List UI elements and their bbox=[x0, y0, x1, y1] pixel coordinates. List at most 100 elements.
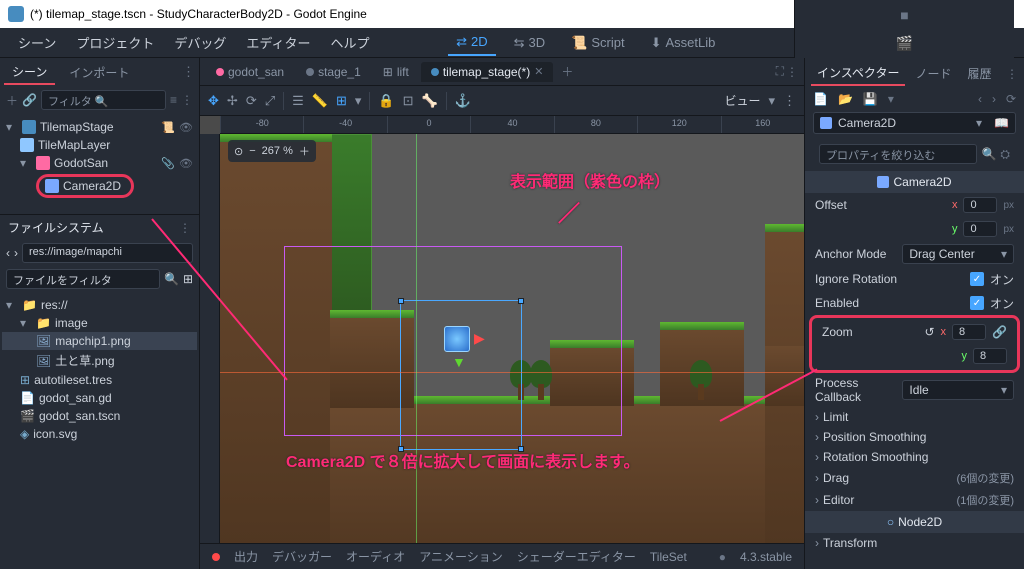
menu-editor[interactable]: エディター bbox=[238, 29, 318, 56]
move-tool-icon[interactable]: ✢ bbox=[227, 93, 238, 109]
fold-position-smoothing[interactable]: ›Position Smoothing bbox=[805, 427, 1024, 447]
search-icon[interactable]: 🔍 bbox=[164, 272, 179, 286]
bottom-debugger[interactable]: デバッガー bbox=[272, 548, 332, 565]
new-tab-icon[interactable]: ＋ bbox=[555, 63, 579, 80]
history-fwd-icon[interactable]: › bbox=[992, 92, 996, 106]
2d-viewport[interactable]: -80-4004080120160 ⊙ − 267 % ＋ bbox=[200, 116, 804, 543]
list-tool-icon[interactable]: ☰ bbox=[292, 93, 304, 109]
scenetab-stage1[interactable]: stage_1 bbox=[296, 62, 371, 82]
rotate-tool-icon[interactable]: ⟳ bbox=[246, 93, 257, 109]
offset-y-input[interactable]: 0 bbox=[963, 221, 997, 237]
fold-transform[interactable]: ›Transform bbox=[805, 533, 1024, 553]
more-icon[interactable]: ⋮ bbox=[181, 93, 193, 107]
snap-tool-icon[interactable]: ⊞ bbox=[336, 93, 347, 109]
save-resource-icon[interactable]: 💾 bbox=[863, 92, 878, 106]
zoom-in-icon[interactable]: ＋ bbox=[299, 143, 310, 159]
select-tool-icon[interactable]: ✥ bbox=[208, 93, 219, 109]
anchor-mode-dropdown[interactable]: Drag Center▾ bbox=[902, 244, 1014, 264]
fwd-icon[interactable]: › bbox=[14, 246, 18, 260]
bottom-audio[interactable]: オーディオ bbox=[346, 548, 405, 565]
link-xy-icon[interactable]: 🔗 bbox=[992, 325, 1007, 339]
player-sprite[interactable] bbox=[444, 326, 470, 352]
fold-limit[interactable]: ›Limit bbox=[805, 407, 1024, 427]
doc-icon[interactable]: 📖 bbox=[994, 116, 1009, 130]
x-axis-gizmo[interactable]: ▶ bbox=[474, 330, 485, 347]
scenetab-lift[interactable]: ⊞lift bbox=[373, 62, 419, 82]
link-icon[interactable]: 🔗 bbox=[22, 93, 37, 107]
section-camera2d[interactable]: Camera2D bbox=[805, 171, 1024, 193]
scenetab-godotsan[interactable]: godot_san bbox=[206, 62, 294, 82]
script-icon[interactable]: 📜 bbox=[161, 121, 175, 134]
enabled-checkbox[interactable]: ✓ bbox=[970, 296, 984, 310]
view-menu[interactable]: ビュー bbox=[724, 92, 760, 109]
dock-more-icon[interactable]: ⋮ bbox=[786, 65, 798, 79]
sort-icon[interactable]: ≡ bbox=[170, 93, 177, 107]
anchor-icon[interactable]: ⚓ bbox=[455, 93, 471, 109]
menu-scene[interactable]: シーン bbox=[10, 29, 64, 56]
scale-tool-icon[interactable]: ⤢ bbox=[265, 93, 275, 109]
file-tsuchi[interactable]: 土と草.png bbox=[55, 352, 114, 369]
process-callback-dropdown[interactable]: Idle▾ bbox=[902, 380, 1014, 400]
close-tab-icon[interactable]: ✕ bbox=[534, 65, 543, 78]
bone-icon[interactable]: 🦴 bbox=[422, 93, 438, 109]
snap-menu-icon[interactable]: ▾ bbox=[355, 93, 362, 109]
node-godotsan[interactable]: GodotSan bbox=[54, 156, 157, 170]
file-filter-input[interactable]: ファイルをフィルタ bbox=[6, 269, 160, 289]
ignore-rotation-checkbox[interactable]: ✓ bbox=[970, 272, 984, 286]
grid-icon[interactable]: ⊞ bbox=[183, 272, 193, 286]
property-filter-input[interactable]: プロパティを絞り込む bbox=[819, 144, 977, 164]
play-scene-button[interactable]: 🎬 bbox=[896, 34, 914, 52]
kebab-icon[interactable]: ⋮ bbox=[783, 93, 796, 109]
zoom-x-input[interactable]: 8 bbox=[952, 324, 986, 340]
lock-icon[interactable]: 🔒 bbox=[378, 93, 394, 109]
scenetab-tilemap[interactable]: tilemap_stage(*)✕ bbox=[421, 62, 554, 82]
menu-debug[interactable]: デバッグ bbox=[166, 29, 234, 56]
workspace-3d-tab[interactable]: ⇆ 3D bbox=[506, 30, 554, 56]
node-tab[interactable]: ノード bbox=[909, 62, 957, 85]
scene-canvas[interactable]: ▶ ▼ bbox=[220, 134, 804, 543]
expand-icon[interactable]: ⛶ bbox=[776, 64, 784, 79]
scene-tree[interactable]: ▾TilemapStage📜👁 TileMapLayer ▾GodotSan📎👁… bbox=[0, 114, 199, 204]
group-icon[interactable]: ⊡ bbox=[403, 93, 414, 109]
import-dock-tab[interactable]: インポート bbox=[61, 61, 137, 84]
selection-rect[interactable] bbox=[400, 300, 522, 450]
file-mapchip1[interactable]: mapchip1.png bbox=[55, 334, 130, 348]
new-resource-icon[interactable]: 📄 bbox=[813, 92, 828, 106]
section-node2d[interactable]: ○Node2D bbox=[805, 511, 1024, 533]
workspace-script-tab[interactable]: 📜 Script bbox=[563, 30, 632, 56]
zoom-value[interactable]: 267 % bbox=[262, 145, 293, 157]
filesystem-tree[interactable]: ▾📁res:// ▾📁image 🖼mapchip1.png 🖼土と草.png … bbox=[0, 292, 199, 447]
back-icon[interactable]: ‹ bbox=[6, 246, 10, 260]
node-tilemap[interactable]: TileMapLayer bbox=[38, 138, 193, 152]
stop-button[interactable]: ■ bbox=[896, 6, 914, 24]
workspace-2d-tab[interactable]: ⇄ 2D bbox=[448, 30, 496, 56]
open-resource-icon[interactable]: 📂 bbox=[838, 92, 853, 106]
zoom-control[interactable]: ⊙ − 267 % ＋ bbox=[228, 140, 316, 162]
bottom-output[interactable]: 出力 bbox=[234, 548, 258, 565]
bottom-animation[interactable]: アニメーション bbox=[419, 548, 503, 565]
offset-x-input[interactable]: 0 bbox=[963, 197, 997, 213]
scene-filter-input[interactable]: フィルタ 🔍 bbox=[41, 90, 166, 110]
menu-help[interactable]: ヘルプ bbox=[322, 29, 377, 56]
revert-icon[interactable]: ↺ bbox=[924, 325, 934, 339]
menu-project[interactable]: プロジェクト bbox=[68, 29, 162, 56]
scene-dock-tab[interactable]: シーン bbox=[4, 60, 55, 85]
history-tab[interactable]: 履歴 bbox=[961, 62, 997, 85]
visibility-icon[interactable]: 👁 bbox=[179, 121, 193, 134]
fold-drag[interactable]: ›Drag(6個の変更) bbox=[805, 467, 1024, 489]
zoom-y-input[interactable]: 8 bbox=[973, 348, 1007, 364]
dock-menu-icon[interactable]: ⋮ bbox=[182, 64, 195, 80]
add-node-icon[interactable]: ＋ bbox=[6, 92, 18, 109]
selected-node-dropdown[interactable]: Camera2D▾ 📖 bbox=[813, 112, 1016, 134]
node-camera2d[interactable]: Camera2D bbox=[63, 179, 121, 193]
fold-editor[interactable]: ›Editor(1個の変更) bbox=[805, 489, 1024, 511]
workspace-assetlib-tab[interactable]: ⬇ AssetLib bbox=[643, 30, 724, 56]
inspector-tab[interactable]: インスペクター bbox=[811, 61, 905, 86]
bottom-shader[interactable]: シェーダーエディター bbox=[517, 548, 636, 565]
zoom-center-icon[interactable]: ⊙ bbox=[234, 145, 243, 158]
zoom-out-icon[interactable]: − bbox=[249, 145, 255, 157]
history-back-icon[interactable]: ‹ bbox=[978, 92, 982, 106]
inspector-menu-icon[interactable]: ⋮ bbox=[1006, 67, 1018, 81]
node-root[interactable]: TilemapStage bbox=[40, 120, 157, 134]
refresh-icon[interactable]: ⟳ bbox=[1006, 92, 1016, 106]
